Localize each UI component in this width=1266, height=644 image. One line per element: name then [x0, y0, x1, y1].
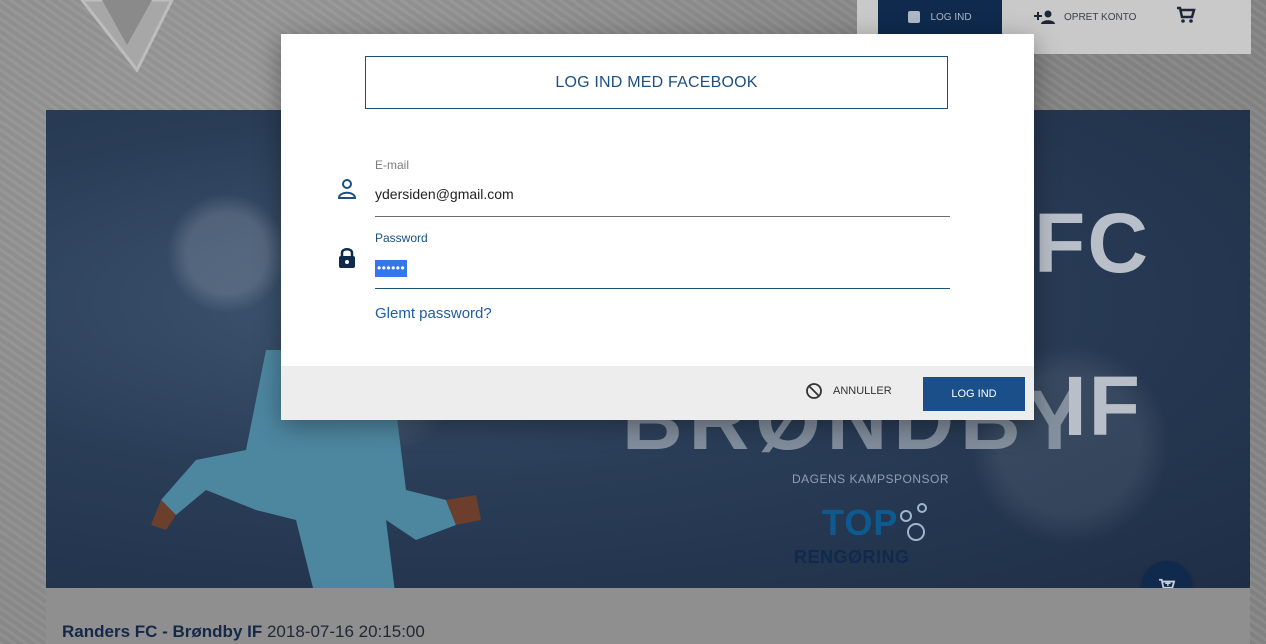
email-input[interactable]: ydersiden@gmail.com — [375, 186, 514, 202]
cart-icon[interactable] — [1176, 6, 1197, 29]
sponsor-caption: DAGENS KAMPSPONSOR — [792, 472, 950, 486]
cancel-button[interactable]: ANNULLER — [805, 382, 892, 400]
sponsor-logo-bottom: RENGØRING — [794, 547, 910, 567]
password-input[interactable]: •••••• — [375, 260, 408, 277]
password-label: Password — [375, 231, 428, 245]
match-datetime: 2018-07-16 20:15:00 — [266, 622, 425, 641]
email-field[interactable]: E-mail ydersiden@gmail.com — [337, 158, 950, 217]
sponsor-logo-top: TOP — [822, 502, 899, 543]
sponsor-bubbles-icon — [900, 503, 927, 541]
email-label: E-mail — [375, 158, 410, 172]
login-button[interactable]: LOG IND — [923, 377, 1025, 411]
forgot-password-link[interactable]: Glemt password? — [375, 305, 492, 322]
hero-text-fc: FC — [1034, 196, 1150, 290]
password-field[interactable]: Password •••••• — [339, 231, 950, 289]
hero-text-if: IF — [1063, 359, 1142, 453]
nav-login-label: LOG IND — [930, 11, 972, 23]
match-title: Randers FC - Brøndby IF 2018-07-16 20:15… — [62, 622, 425, 642]
cancel-icon — [806, 383, 822, 399]
cancel-label: ANNULLER — [833, 385, 892, 397]
user-icon — [337, 179, 357, 199]
nav-register-link[interactable]: OPRET KONTO — [1034, 10, 1136, 24]
match-teams: Randers FC - Brøndby IF — [62, 622, 263, 641]
dialog-footer: ANNULLER LOG IND — [281, 366, 1034, 420]
lock-icon — [908, 11, 921, 23]
nav-register-label: OPRET KONTO — [1064, 11, 1137, 23]
login-dialog: LOG IND MED FACEBOOK E-mail ydersiden@gm… — [281, 34, 1034, 420]
nav-login-button[interactable]: LOG IND — [878, 0, 1002, 34]
facebook-login-button[interactable]: LOG IND MED FACEBOOK — [365, 56, 948, 109]
lock-icon — [339, 248, 355, 268]
club-logo — [80, 0, 174, 72]
add-user-icon — [1034, 10, 1055, 24]
